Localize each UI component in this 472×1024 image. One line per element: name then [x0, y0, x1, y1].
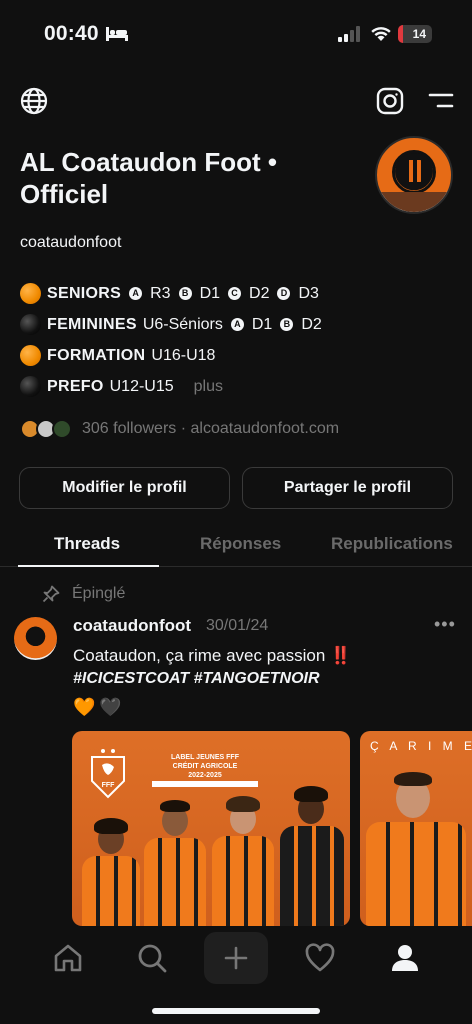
profile-name: AL Coataudon Foot • Officiel	[20, 147, 278, 209]
bio-formation-range: U16-U18	[151, 347, 216, 364]
bio-seniors-a: R3	[150, 285, 171, 302]
label-line-2: CRÉDIT AGRICOLE	[172, 763, 238, 770]
label-text: LABEL JEUNES FFF CRÉDIT AGRICOLE 2022-20…	[150, 753, 260, 780]
bio-line-feminines: FEMININES U6-Séniors A D1 B D2	[20, 309, 322, 340]
post-image-1[interactable]: FFF LABEL JEUNES FFF CRÉDIT AGRICOLE 202…	[72, 731, 350, 926]
post-emojis: 🧡 🖤	[73, 697, 122, 718]
bio-seniors-d: D3	[298, 285, 319, 302]
circled-a-icon: A	[129, 287, 143, 300]
pinned-indicator: Épinglé	[42, 585, 125, 603]
circled-c-icon: C	[228, 287, 242, 300]
avatar-crest-stripes	[405, 160, 423, 182]
bio-line-prefo: PREFO U12-U15 plus	[20, 371, 322, 402]
bio-seniors-b: D1	[199, 285, 221, 302]
post-text-body: Coataudon, ça rime avec passion	[73, 646, 326, 665]
label-line-1: LABEL JEUNES FFF	[171, 754, 239, 761]
bio-feminines-range: U6-Séniors	[142, 316, 223, 333]
profile-tabs: Threads Réponses Republications	[0, 522, 472, 567]
post-more-button[interactable]: •••	[434, 614, 456, 635]
bed-icon	[106, 27, 128, 41]
search-icon[interactable]	[136, 942, 168, 974]
circled-a-icon: A	[230, 318, 244, 331]
heart-icon[interactable]	[304, 942, 336, 974]
active-tab-indicator	[18, 565, 159, 567]
follower-avatars	[20, 417, 82, 441]
black-heart-emoji: 🖤	[99, 697, 122, 717]
post-avatar[interactable]	[14, 617, 57, 660]
profile-icon[interactable]	[389, 942, 421, 974]
orange-ball-icon	[20, 345, 41, 366]
wifi-icon	[371, 27, 391, 41]
player-figure	[278, 786, 344, 926]
bio-formation-title: FORMATION	[47, 347, 146, 364]
bio-line-formation: FORMATION U16-U18	[20, 340, 322, 371]
post-image-2[interactable]: Ç A R I M E A V	[360, 731, 472, 926]
menu-icon[interactable]	[428, 92, 454, 110]
label-bar	[152, 781, 258, 787]
player-figure	[142, 798, 206, 926]
label-line-3: 2022-2025	[188, 772, 222, 779]
battery-level: 14	[412, 27, 426, 41]
player-figure	[210, 796, 274, 926]
instagram-icon[interactable]	[376, 87, 404, 115]
black-ball-icon	[20, 376, 41, 397]
new-thread-button[interactable]	[204, 932, 268, 984]
bio-seniors-title: SENIORS	[47, 285, 122, 302]
image-caption: Ç A R I M E A V	[370, 739, 472, 753]
bio-line-seniors: SENIORS A R3 B D1 C D2 D D3	[20, 278, 322, 309]
double-exclamation-emoji: ‼️	[330, 646, 352, 665]
home-indicator	[152, 1008, 320, 1014]
globe-icon[interactable]	[20, 87, 48, 115]
profile-handle: coataudonfoot	[20, 234, 122, 251]
battery-fill	[398, 25, 403, 43]
bio-more-link[interactable]: plus	[194, 371, 223, 402]
status-bar: 00:40 14	[0, 0, 472, 64]
tab-reposts[interactable]: Republications	[331, 534, 453, 554]
bio-feminines-title: FEMININES	[47, 316, 137, 333]
player-figure	[80, 816, 140, 926]
pin-icon	[42, 585, 60, 603]
circled-d-icon: D	[277, 287, 291, 300]
status-time: 00:40	[44, 22, 99, 45]
orange-heart-emoji: 🧡	[73, 697, 96, 717]
black-ball-icon	[20, 314, 41, 335]
tab-replies[interactable]: Réponses	[200, 534, 281, 554]
battery-indicator: 14	[398, 25, 432, 43]
bio-feminines-b: D2	[301, 316, 322, 333]
post-text: Coataudon, ça rime avec passion ‼️	[73, 642, 351, 670]
followers-row[interactable]: 306 followers · alcoataudonfoot.com	[20, 417, 339, 441]
plus-icon	[224, 946, 248, 970]
profile-avatar[interactable]	[375, 136, 453, 214]
fff-crest-icon: FFF	[91, 749, 125, 799]
share-profile-button[interactable]: Partager le profil	[242, 467, 453, 509]
post-date: 30/01/24	[206, 617, 269, 634]
circled-b-icon: B	[280, 318, 294, 331]
fff-text: FFF	[102, 782, 116, 789]
post-hashtags[interactable]: #ICICESTCOAT #TANGOETNOIR	[73, 670, 320, 688]
avatar-crest-base	[377, 192, 451, 212]
bio-feminines-a: D1	[251, 316, 273, 333]
bio-prefo-range: U12-U15	[109, 378, 174, 395]
tab-threads[interactable]: Threads	[54, 534, 120, 554]
pinned-label: Épinglé	[72, 585, 126, 602]
orange-ball-icon	[20, 283, 41, 304]
follower-avatar	[52, 419, 72, 439]
circled-b-icon: B	[178, 287, 192, 300]
followers-text: 306 followers · alcoataudonfoot.com	[82, 420, 340, 437]
player-figure	[366, 768, 466, 926]
bio-seniors-c: D2	[249, 285, 270, 302]
bio-prefo-title: PREFO	[47, 378, 104, 395]
post-username[interactable]: coataudonfoot	[73, 616, 191, 636]
edit-profile-button[interactable]: Modifier le profil	[19, 467, 230, 509]
profile-bio: SENIORS A R3 B D1 C D2 D D3 FEMININES U6-Sén…	[20, 278, 322, 402]
home-icon[interactable]	[52, 942, 84, 974]
signal-icon	[338, 26, 360, 42]
